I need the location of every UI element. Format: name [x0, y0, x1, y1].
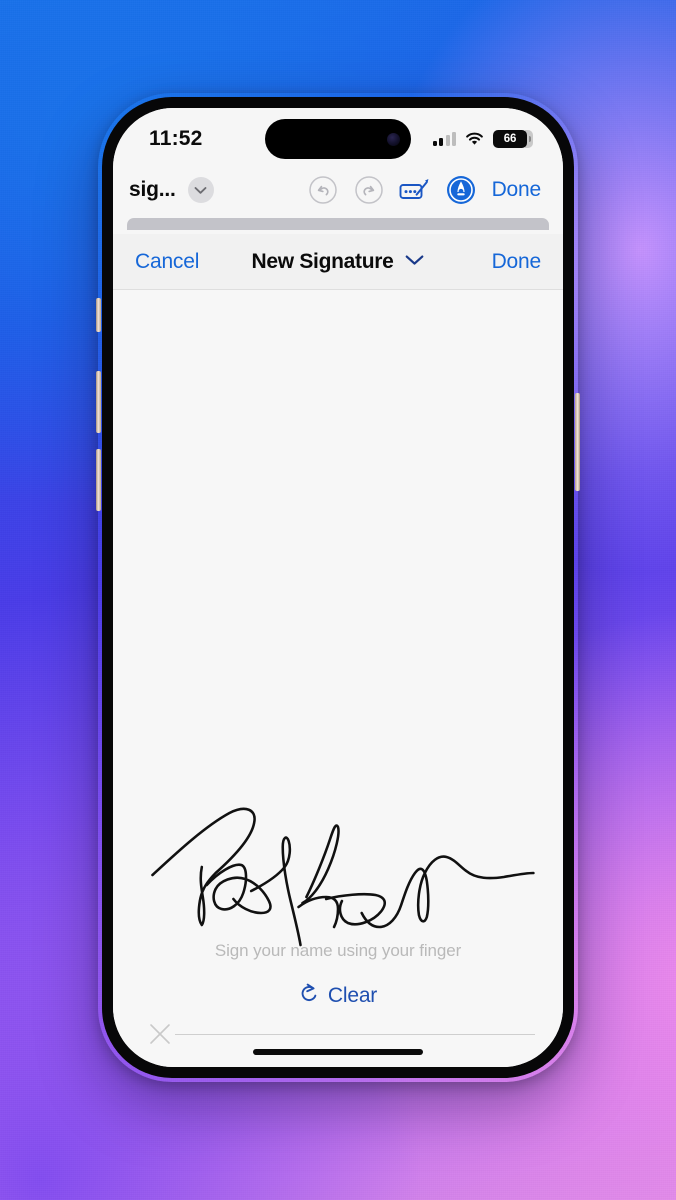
signature-navbar: Cancel New Signature Done	[113, 234, 563, 290]
signature-done-button[interactable]: Done	[492, 250, 542, 274]
page-title: New Signature	[251, 249, 394, 273]
chevron-down-icon[interactable]	[404, 253, 424, 271]
volume-down-button[interactable]	[96, 449, 101, 511]
redo-icon[interactable]	[346, 175, 392, 205]
markup-done-button[interactable]: Done	[492, 178, 542, 202]
signal-bars-icon	[432, 132, 456, 146]
undo-icon[interactable]	[300, 175, 346, 205]
cancel-button[interactable]: Cancel	[135, 250, 199, 274]
power-button[interactable]	[575, 393, 580, 491]
front-camera-icon	[387, 132, 400, 146]
status-bar-indicators: 66	[432, 130, 533, 148]
dynamic-island	[265, 119, 411, 159]
clear-button[interactable]: Clear	[113, 982, 563, 1009]
battery-percent-label: 66	[503, 133, 517, 145]
markup-toolbar: sig... Done	[113, 164, 563, 216]
clear-button-label: Clear	[327, 983, 378, 1007]
document-page-edge	[113, 216, 563, 234]
signature-ink	[151, 807, 535, 947]
volume-up-button[interactable]	[96, 371, 101, 433]
wifi-icon	[465, 132, 484, 146]
phone-bezel: 11:52 66 sig... Done Cancel New Signatur…	[102, 97, 574, 1078]
signature-canvas[interactable]: Sign your name using your finger Clear	[113, 290, 563, 1067]
status-bar: 11:52 66	[113, 108, 563, 164]
markup-signature-icon[interactable]	[392, 176, 438, 204]
x-mark-icon	[149, 1023, 171, 1045]
status-bar-clock: 11:52	[149, 127, 203, 150]
action-button[interactable]	[96, 298, 101, 332]
pen-tool-icon[interactable]	[438, 174, 484, 206]
signature-drawing-area[interactable]	[113, 789, 563, 959]
phone-screen: 11:52 66 sig... Done Cancel New Signatur…	[113, 108, 563, 1067]
signature-title-group[interactable]: New Signature	[252, 250, 425, 274]
document-title[interactable]: sig...	[129, 178, 176, 202]
undo-circular-arrow-icon	[299, 982, 319, 1009]
chevron-down-icon[interactable]	[187, 177, 214, 203]
battery-icon: 66	[493, 130, 533, 148]
signature-baseline	[175, 1034, 535, 1035]
home-indicator[interactable]	[253, 1049, 423, 1055]
phone-device-frame: 11:52 66 sig... Done Cancel New Signatur…	[96, 93, 580, 1082]
